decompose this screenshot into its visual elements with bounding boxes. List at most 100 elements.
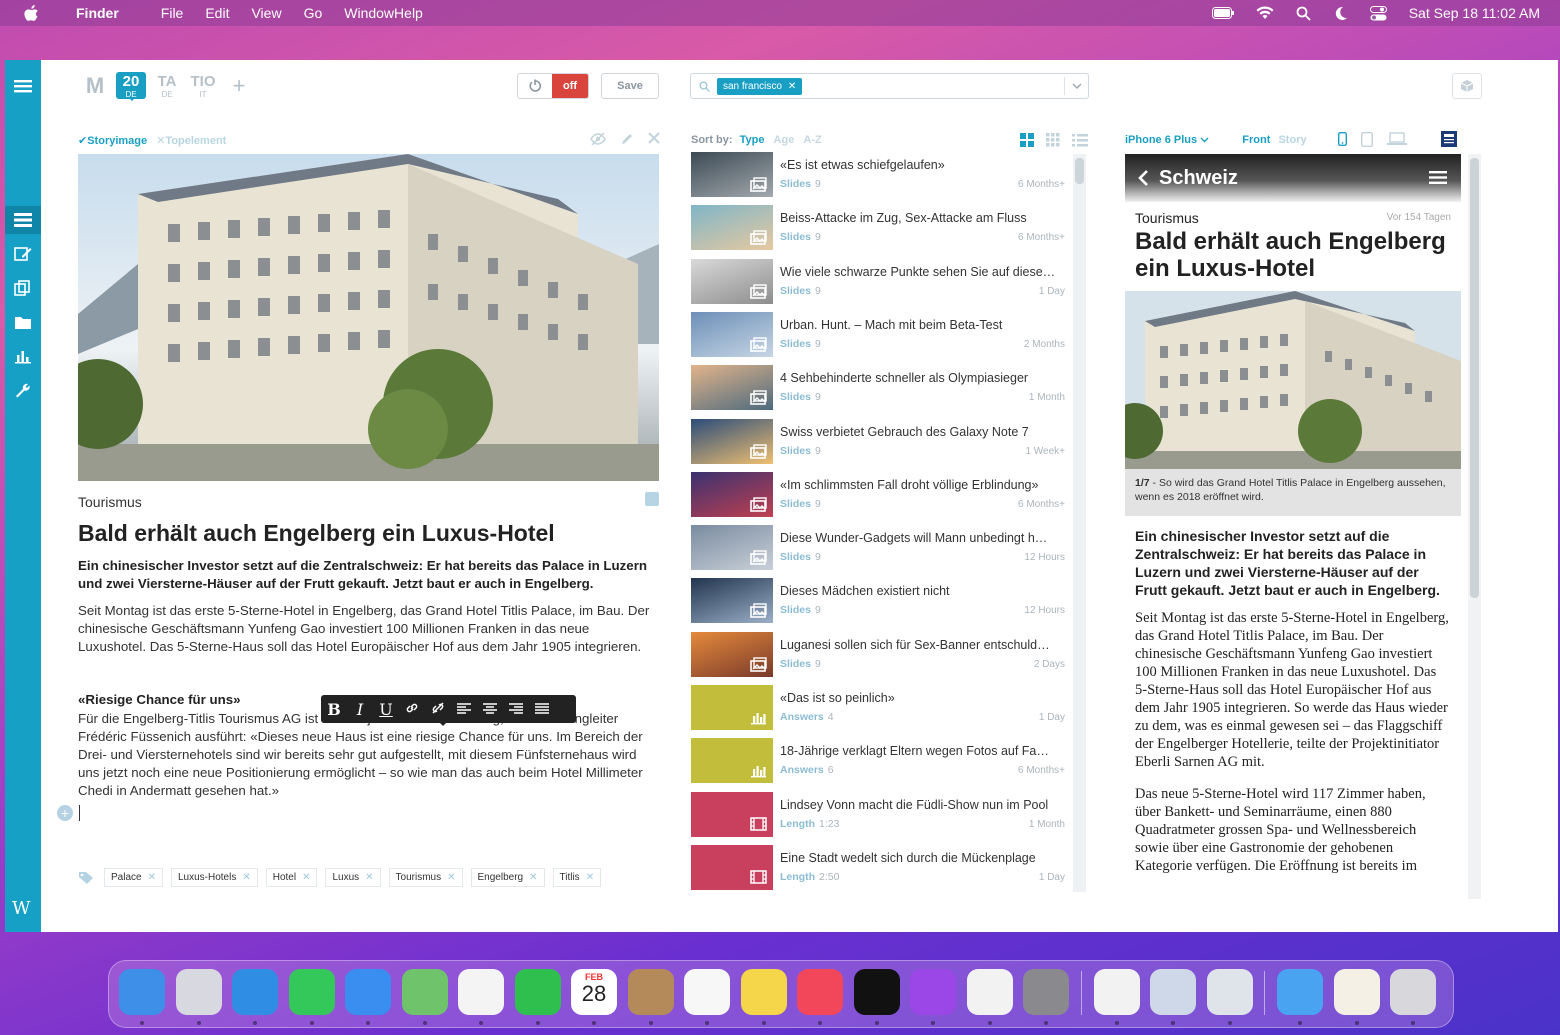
menu-view[interactable]: View [251, 5, 281, 21]
toggle-off-label[interactable]: off [552, 74, 588, 98]
tag-chip[interactable]: Hotel ✕ [265, 868, 318, 887]
publish-toggle[interactable]: off [517, 73, 589, 99]
dock-notes-icon[interactable] [740, 969, 787, 1015]
list-item[interactable]: Beiss-Attacke im Zug, Sex-Attacke am Flu… [691, 205, 1071, 258]
dock-reminders-icon[interactable] [684, 969, 730, 1015]
list-scroll-thumb[interactable] [1075, 158, 1084, 184]
close-icon[interactable] [648, 132, 660, 144]
align-justify-icon[interactable] [529, 700, 555, 719]
pencil-icon[interactable] [620, 132, 634, 146]
tab-topelement[interactable]: ✕Topelement [156, 135, 226, 147]
story-subheading[interactable]: «Riesige Chance für uns» [78, 692, 241, 707]
edition-tab-ta[interactable]: TA DE [152, 72, 182, 100]
list-item[interactable]: 18-Jährige verklagt Eltern wegen Fotos a… [691, 738, 1071, 791]
tab-front[interactable]: Front [1242, 134, 1270, 146]
wifi-icon[interactable] [1256, 6, 1274, 20]
edition-tab-20[interactable]: 20 DE [116, 72, 146, 101]
tag-chip[interactable]: Luxus ✕ [325, 868, 381, 887]
dock-maps-icon[interactable] [401, 969, 448, 1015]
sort-by-age[interactable]: Age [774, 134, 795, 146]
align-center-icon[interactable] [477, 700, 503, 719]
statistics-icon[interactable] [14, 348, 32, 364]
list-item[interactable]: «Im schlimmsten Fall droht völlige Erbli… [691, 471, 1071, 525]
align-right-icon[interactable] [503, 700, 529, 719]
align-left-icon[interactable] [451, 700, 477, 719]
remove-tag-icon[interactable]: ✕ [242, 872, 250, 883]
list-item[interactable]: «Das ist so peinlich» Answers 4 1 Day [691, 685, 1071, 738]
tag-chip[interactable]: Luxus-Hotels ✕ [170, 868, 258, 887]
tag-chip[interactable]: Engelberg ✕ [470, 868, 545, 887]
link-icon[interactable] [399, 700, 425, 719]
package-button[interactable] [1452, 73, 1482, 99]
hide-eye-icon[interactable] [590, 132, 606, 146]
wrench-icon[interactable] [14, 382, 32, 398]
italic-button[interactable]: I [347, 700, 373, 719]
add-block-button[interactable]: + [57, 805, 73, 821]
hamburger-menu-icon[interactable] [1429, 170, 1447, 185]
preview-scroll-thumb[interactable] [1470, 158, 1479, 598]
spotlight-search-icon[interactable] [1296, 6, 1311, 21]
story-headline[interactable]: Bald erhält auch Engelberg ein Luxus-Hot… [78, 520, 658, 547]
story-paragraph[interactable]: Seit Montag ist das erste 5-Sterne-Hotel… [78, 602, 658, 656]
list-item[interactable]: «Es ist etwas schiefgelaufen» Slides 9 6 Mo… [691, 152, 1071, 205]
list-item[interactable]: Lindsey Vonn macht die Füdli-Show nun im… [691, 791, 1071, 845]
add-edition-button[interactable]: + [224, 72, 254, 99]
remove-tag-icon[interactable]: ✕ [529, 872, 537, 883]
grid-large-icon[interactable] [1020, 133, 1034, 147]
dock-calendar-icon[interactable]: FEB 28 [571, 969, 617, 1015]
dock-news-icon[interactable] [966, 969, 1013, 1015]
dock-trash-icon[interactable] [1390, 969, 1436, 1015]
save-button[interactable]: Save [601, 73, 659, 99]
story-kicker[interactable]: Tourismus [78, 494, 142, 510]
list-item[interactable]: Urban. Hunt. – Mach mit beim Beta-Test Sl… [691, 311, 1071, 365]
menu-window-help[interactable]: WindowHelp [344, 5, 423, 21]
laptop-icon[interactable] [1387, 132, 1407, 146]
story-paragraph[interactable]: Für die Engelberg-Titlis Tourismus AG is… [78, 710, 658, 800]
dock-blank-app-icon[interactable] [1206, 969, 1253, 1015]
list-item[interactable]: Luganesi sollen sich für Sex-Banner ents… [691, 631, 1071, 685]
unlink-icon[interactable] [425, 700, 451, 719]
search-filter-chip[interactable]: san francisco ✕ [717, 78, 803, 95]
dock-messages-icon[interactable] [288, 969, 335, 1015]
dock-downloads-folder-icon[interactable] [1277, 969, 1323, 1015]
tab-story[interactable]: Story [1278, 134, 1306, 146]
tablet-icon[interactable] [1361, 131, 1373, 147]
list-item[interactable]: Diese Wunder-Gadgets will Mann unbedingt… [691, 525, 1071, 578]
sort-by-type[interactable]: Type [740, 134, 765, 146]
dock-finder-icon[interactable] [119, 969, 165, 1015]
expand-icon[interactable] [645, 492, 659, 506]
grid-small-icon[interactable] [1046, 133, 1060, 147]
dock-mail-icon[interactable] [345, 969, 391, 1015]
preview-scrollbar[interactable] [1468, 154, 1481, 899]
remove-tag-icon[interactable]: ✕ [447, 872, 455, 883]
dock-photos-icon[interactable] [458, 969, 504, 1015]
list-item[interactable]: 4 Sehbehinderte schneller als Olympiasie… [691, 365, 1071, 418]
folder-icon[interactable] [14, 314, 32, 330]
control-center-icon[interactable] [1369, 5, 1387, 21]
search-dropdown-button[interactable] [1064, 77, 1088, 95]
hamburger-menu-icon[interactable] [14, 78, 32, 94]
dock-system-preferences-icon[interactable] [1023, 969, 1069, 1015]
bold-button[interactable]: B [321, 700, 347, 719]
underline-button[interactable]: U [373, 700, 399, 719]
remove-tag-icon[interactable]: ✕ [302, 872, 310, 883]
list-view-icon[interactable] [1072, 133, 1088, 147]
newspaper-logo-icon[interactable] [1441, 131, 1457, 147]
menu-go[interactable]: Go [304, 5, 323, 21]
tag-chip[interactable]: Palace ✕ [104, 868, 163, 887]
search-input[interactable]: san francisco ✕ [690, 73, 1089, 99]
phone-icon[interactable] [1338, 132, 1347, 146]
dock-launchpad-icon[interactable] [175, 969, 222, 1015]
dock-textedit-icon[interactable] [1093, 969, 1140, 1015]
dock-facetime-icon[interactable] [514, 969, 561, 1015]
list-item[interactable]: Wie viele schwarze Punkte sehen Sie auf … [691, 258, 1071, 312]
remove-chip-icon[interactable]: ✕ [788, 81, 796, 92]
moon-icon[interactable] [1333, 6, 1348, 21]
edit-icon[interactable] [14, 246, 32, 262]
tag-chip[interactable]: Titlis ✕ [552, 868, 602, 887]
copy-icon[interactable] [14, 280, 32, 296]
story-image[interactable] [78, 154, 659, 481]
apple-icon[interactable] [22, 5, 42, 21]
dock-document-icon[interactable] [1333, 969, 1380, 1015]
menu-file[interactable]: File [161, 5, 184, 21]
